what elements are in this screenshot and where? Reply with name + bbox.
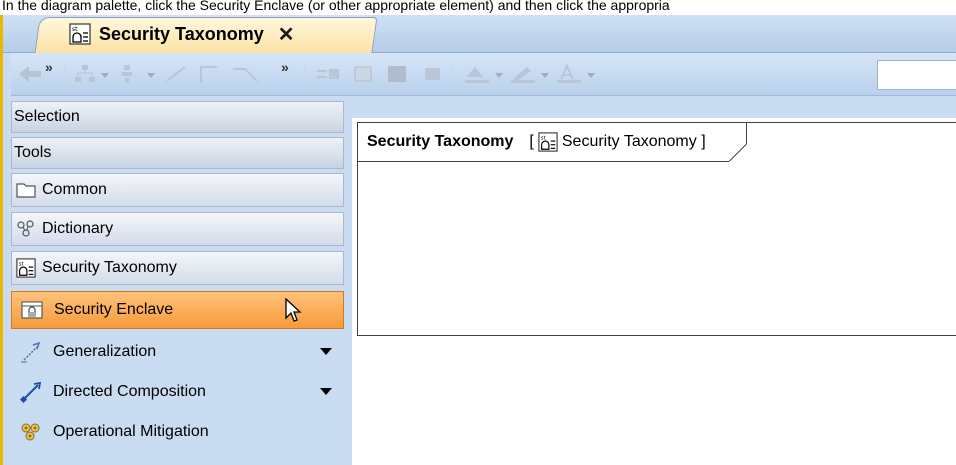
toolbar-input[interactable] <box>877 60 956 90</box>
generalization-icon <box>21 341 41 363</box>
palette-group-common[interactable]: Common <box>11 173 344 207</box>
diagram-type-label: Security Taxonomy ] <box>561 133 706 150</box>
diagram-toolbar: » » <box>11 53 956 96</box>
palette-tools-header[interactable]: Tools <box>11 137 344 169</box>
palette-item-generalization[interactable]: Generalization <box>11 333 344 371</box>
screenshot-root: In the diagram palette, click the Securi… <box>0 0 956 465</box>
svg-text:st: st <box>19 261 24 267</box>
palette-selection-header[interactable]: Selection <box>11 101 344 133</box>
diagram-frame-label: Security Taxonomy [ st Security Taxonomy… <box>358 123 747 162</box>
diagram-frame[interactable]: Security Taxonomy [ st Security Taxonomy… <box>357 122 956 336</box>
palette-item-operational-mitigation[interactable]: Operational Mitigation <box>11 413 344 451</box>
tab-title: Security Taxonomy <box>99 23 264 44</box>
bracket-open: [ <box>529 133 534 150</box>
taxonomy-icon: st <box>16 258 36 278</box>
palette-group-security-taxonomy[interactable]: st Security Taxonomy <box>11 251 344 285</box>
mouse-cursor-icon <box>285 298 302 322</box>
svg-text:st: st <box>72 26 78 33</box>
palette-item-label: Generalization <box>53 343 157 360</box>
diagram-tab-strip: st Security Taxonomy ✕ <box>3 15 956 53</box>
tab-content[interactable]: st Security Taxonomy ✕ <box>69 21 294 47</box>
text-color-icon[interactable] <box>555 63 599 85</box>
hierarchy-layout-icon[interactable] <box>73 63 113 85</box>
application-window: st Security Taxonomy ✕ » » Selection Too… <box>0 15 956 465</box>
chevron-down-icon[interactable] <box>320 348 332 355</box>
palette-item-label: Directed Composition <box>53 383 206 400</box>
rectilinear-path-icon[interactable] <box>195 63 223 85</box>
image-icon[interactable] <box>385 63 411 85</box>
insert-element-icon[interactable] <box>315 63 343 85</box>
diagram-type: [ st Security Taxonomy ] <box>519 132 706 152</box>
diagram-canvas[interactable]: Security Taxonomy [ st Security Taxonomy… <box>352 118 956 465</box>
svg-text:st: st <box>541 135 546 141</box>
directed-composition-icon <box>19 381 42 404</box>
palette-group-label: Common <box>42 181 107 198</box>
palette-item-directed-composition[interactable]: Directed Composition <box>11 373 344 411</box>
palette-group-dictionary[interactable]: Dictionary <box>11 212 344 246</box>
palette-group-label: Security Taxonomy <box>42 259 177 276</box>
taxonomy-icon: st <box>69 23 91 45</box>
toolbar-separator <box>303 63 307 85</box>
operational-mitigation-icon <box>21 423 40 441</box>
toolbar-separator <box>451 63 455 85</box>
toolbar-separator <box>63 63 67 85</box>
folder-icon <box>16 183 36 198</box>
close-icon[interactable]: ✕ <box>278 22 295 47</box>
dictionary-icon <box>17 220 34 237</box>
shape-icon[interactable] <box>421 63 447 85</box>
layout-options-icon[interactable] <box>119 63 159 85</box>
palette-item-security-enclave[interactable]: Security Enclave <box>11 291 344 329</box>
oblique-path-icon[interactable] <box>229 63 263 85</box>
taxonomy-icon: st <box>538 132 558 152</box>
diagram-name: Security Taxonomy <box>367 133 514 150</box>
fill-color-icon[interactable] <box>463 63 507 85</box>
palette-item-label: Security Enclave <box>54 301 174 318</box>
note-icon[interactable] <box>351 63 377 85</box>
chevron-down-icon[interactable] <box>320 388 332 395</box>
toolbar-overflow-button[interactable]: » <box>45 59 53 81</box>
toolbar-overflow-button[interactable]: » <box>281 59 289 81</box>
straight-path-icon[interactable] <box>163 63 191 85</box>
instruction-text: In the diagram palette, click the Securi… <box>2 0 670 13</box>
diagram-palette: Selection Tools Common Dictionary st Sec… <box>11 101 344 465</box>
back-arrow-icon[interactable] <box>17 63 43 85</box>
palette-item-label: Operational Mitigation <box>53 423 209 440</box>
frame-corner <box>728 144 747 162</box>
palette-group-label: Dictionary <box>42 220 114 237</box>
line-color-icon[interactable] <box>509 63 553 85</box>
security-enclave-icon <box>21 301 43 319</box>
